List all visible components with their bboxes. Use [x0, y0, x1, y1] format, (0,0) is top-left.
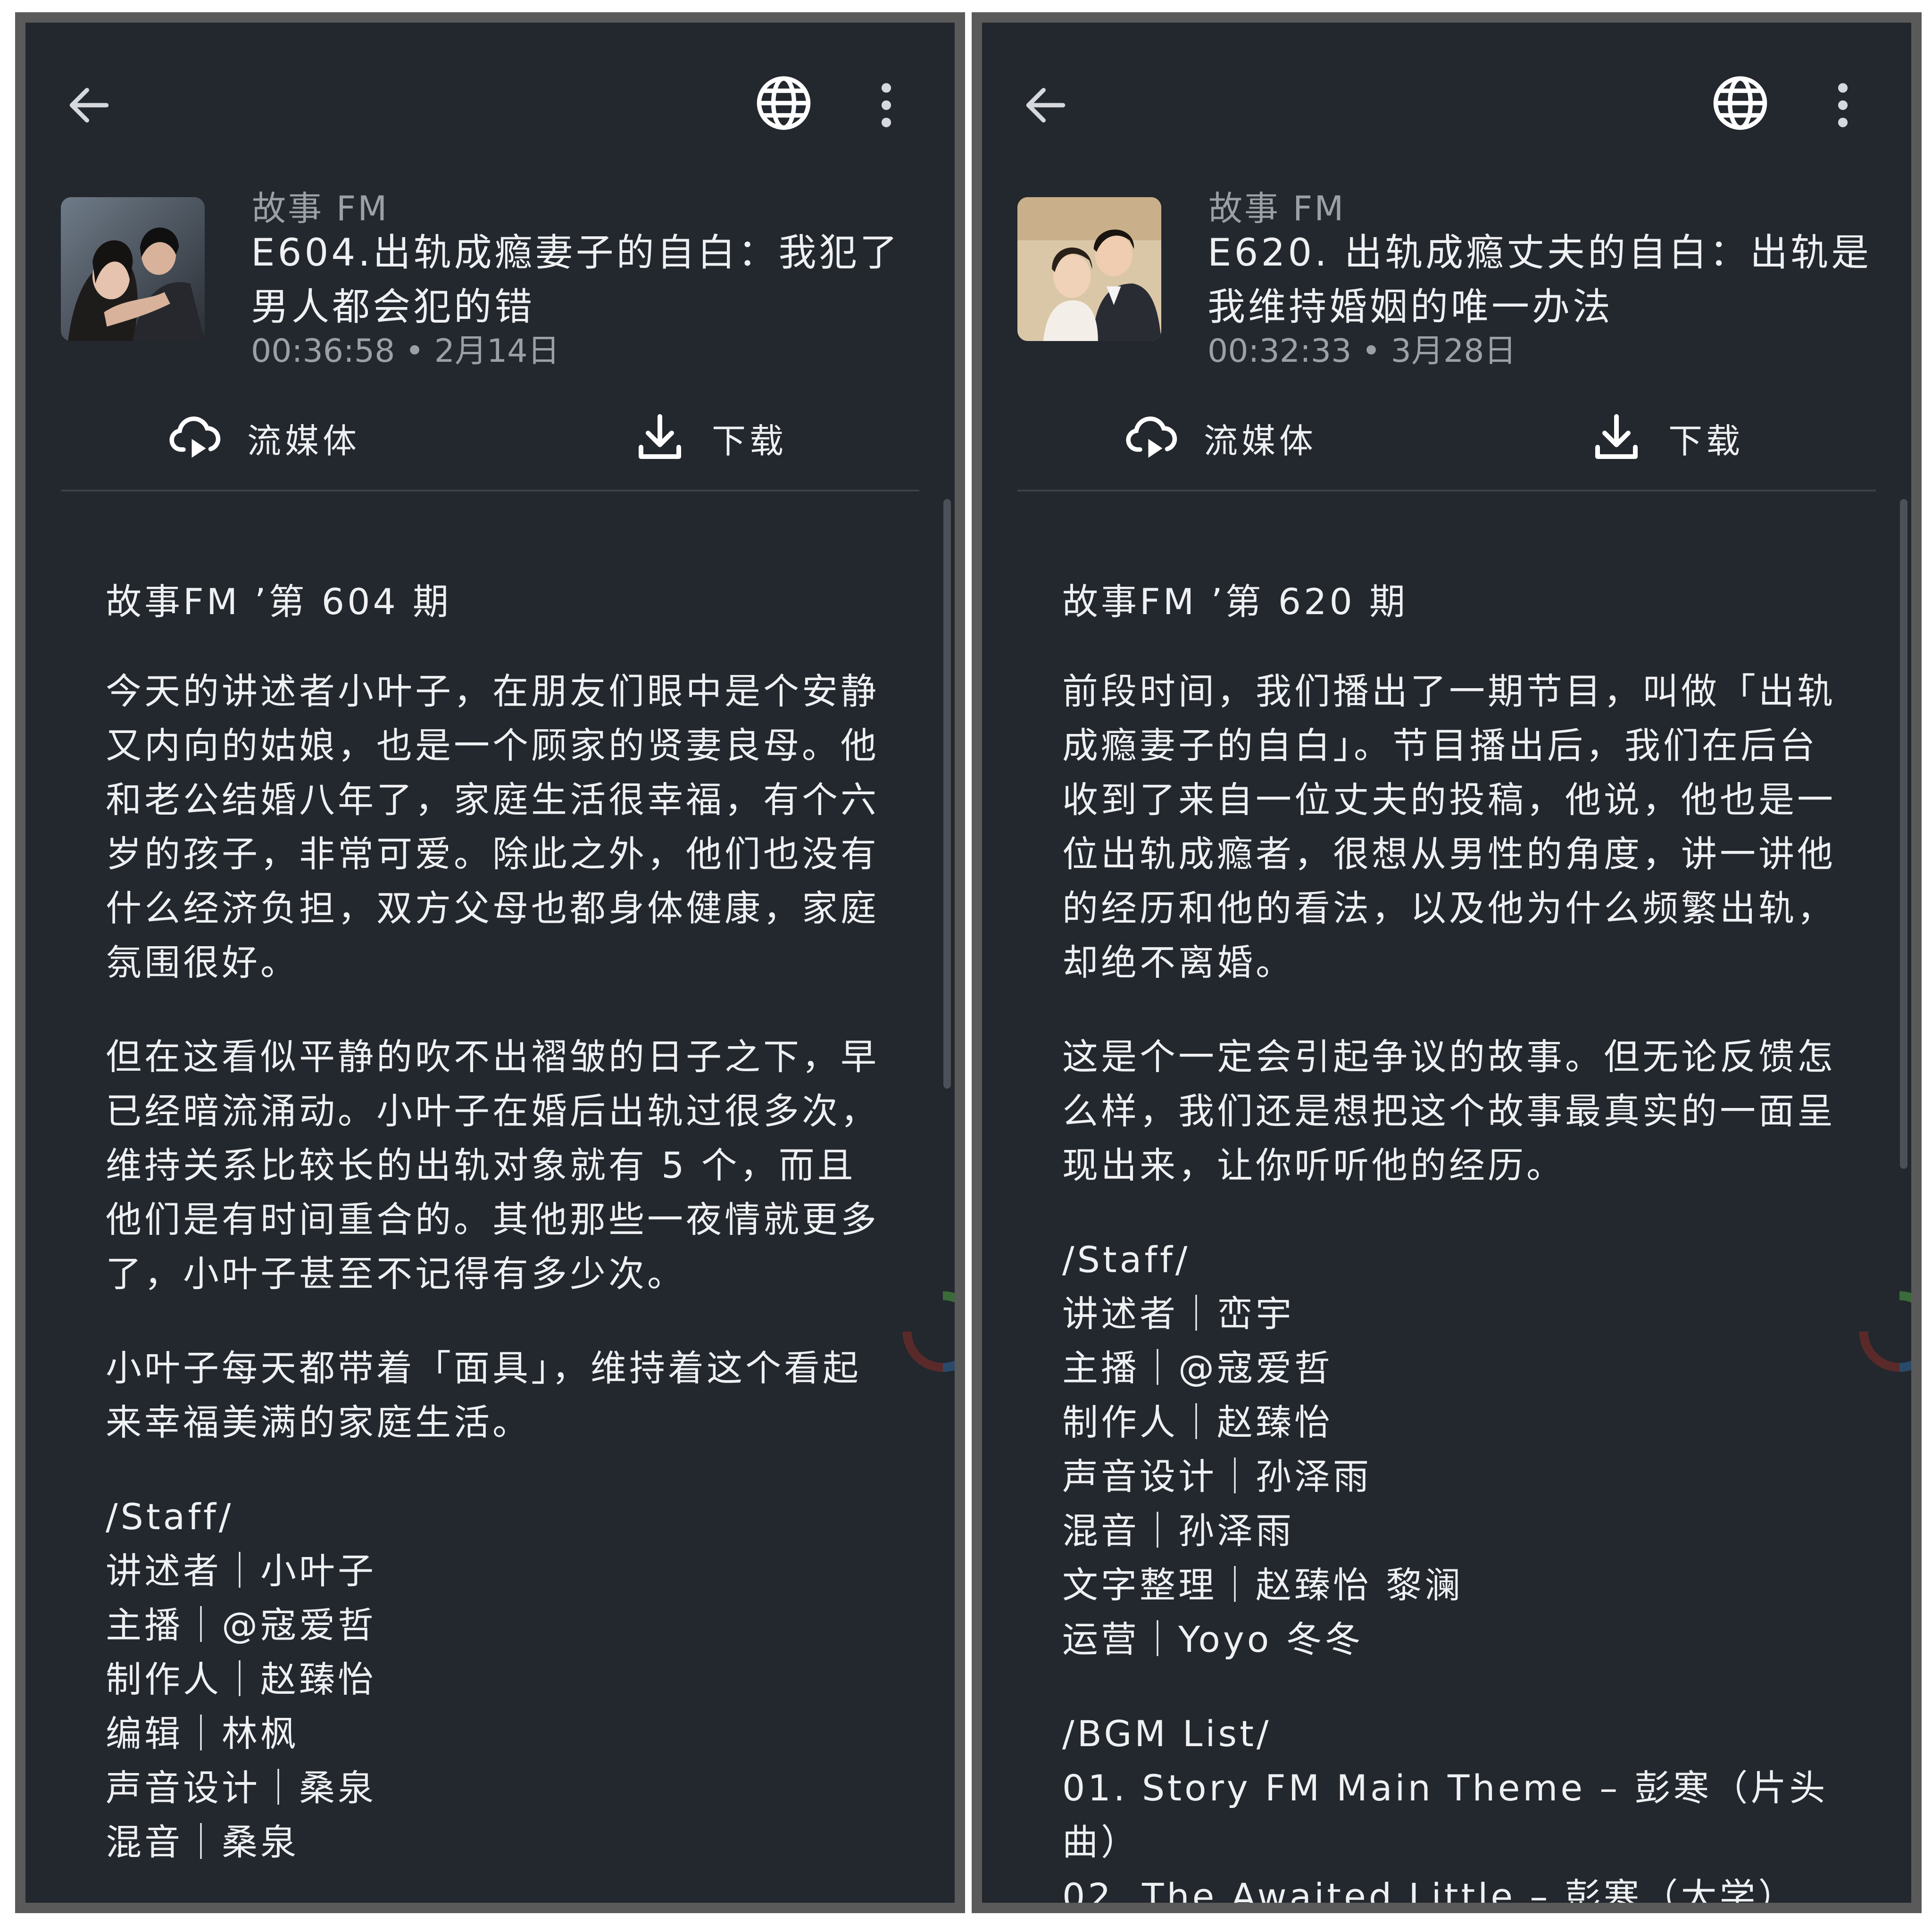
- stream-label: 流媒体: [1204, 421, 1317, 461]
- scrollbar[interactable]: [1900, 499, 1907, 1169]
- staff-line: 主播｜@寇爱哲: [1062, 1347, 1333, 1389]
- download-label: 下载: [1668, 421, 1744, 461]
- stream-button[interactable]: 流媒体: [1124, 405, 1317, 471]
- staff-line: 制作人｜赵臻怡: [106, 1658, 376, 1700]
- staff-line: 讲述者｜峦宇: [1062, 1293, 1294, 1335]
- loading-spinner-icon: [898, 1287, 955, 1376]
- cloud-play-icon: [1124, 409, 1180, 466]
- staff-line: 文字整理｜赵臻怡 黎澜: [1062, 1564, 1464, 1606]
- episode-title: E604.出轨成瘾妻子的自白：我犯了男人都会犯的错: [251, 231, 900, 329]
- bgm-line: 01. Story FM Main Theme – 彭寒（片头曲）: [1062, 1767, 1828, 1863]
- staff-line: 运营｜Yoyo 冬冬: [1062, 1618, 1364, 1660]
- episode-description: 故事FM ’第 604 期 今天的讲述者小叶子，在朋友们眼中是个安静又内向的姑娘…: [106, 575, 879, 1869]
- staff-line: 混音｜桑泉: [106, 1821, 299, 1863]
- back-arrow-icon[interactable]: [63, 79, 115, 131]
- download-button[interactable]: 下载: [1588, 405, 1744, 471]
- podcast-source: 故事 FM: [252, 189, 389, 228]
- description-paragraph: 今天的讲述者小叶子，在朋友们眼中是个安静又内向的姑娘，也是一个顾家的贤妻良母。他…: [106, 670, 879, 983]
- episode-number-heading: 故事FM ’第 620 期: [1062, 581, 1408, 623]
- bgm-line: 02. The Awaited Little – 彭寒（大学）: [1062, 1875, 1797, 1903]
- staff-heading: /Staff/: [1062, 1239, 1191, 1281]
- globe-icon[interactable]: [1711, 74, 1770, 133]
- episode-meta: 00:32:33 • 3月28日: [1208, 333, 1516, 370]
- divider: [1017, 490, 1876, 491]
- description-paragraph: 这是个一定会引起争议的故事。但无论反馈怎么样，我们还是想把这个故事最真实的一面呈…: [1062, 1036, 1836, 1186]
- staff-heading: /Staff/: [106, 1496, 234, 1538]
- podcast-episode-screen: 故事 FM E604.出轨成瘾妻子的自白：我犯了男人都会犯的错 00:36:58…: [25, 23, 955, 1903]
- staff-line: 讲述者｜小叶子: [106, 1550, 376, 1592]
- staff-line: 主播｜@寇爱哲: [106, 1604, 376, 1646]
- episode-number-heading: 故事FM ’第 604 期: [106, 581, 451, 623]
- episode-cover-image: [1017, 197, 1161, 341]
- globe-icon[interactable]: [754, 74, 813, 133]
- description-paragraph: 小叶子每天都带着「面具」，维持着这个看起来幸福美满的家庭生活。: [106, 1347, 861, 1443]
- stream-button[interactable]: 流媒体: [167, 405, 360, 471]
- description-paragraph: 前段时间，我们播出了一期节目，叫做「出轨成瘾妻子的自白」。节目播出后，我们在后台…: [1062, 670, 1836, 983]
- bgm-heading: /BGM List/: [1062, 1713, 1272, 1755]
- staff-line: 声音设计｜孙泽雨: [1062, 1456, 1372, 1498]
- download-label: 下载: [712, 421, 788, 461]
- episode-cover-image: [61, 197, 205, 341]
- download-icon: [632, 409, 688, 466]
- more-vertical-icon[interactable]: [1829, 79, 1857, 131]
- back-arrow-icon[interactable]: [1020, 79, 1072, 131]
- loading-spinner-icon: [1855, 1287, 1911, 1376]
- podcast-source: 故事 FM: [1208, 189, 1346, 228]
- episode-description: 故事FM ’第 620 期 前段时间，我们播出了一期节目，叫做「出轨成瘾妻子的自…: [1062, 575, 1836, 1903]
- cloud-play-icon: [167, 409, 224, 466]
- right-app-screenshot: 故事 FM E620. 出轨成瘾丈夫的自白：出轨是我维持婚姻的唯一办法 00:3…: [972, 12, 1922, 1913]
- staff-line: 声音设计｜桑泉: [106, 1767, 376, 1809]
- left-app-screenshot: 故事 FM E604.出轨成瘾妻子的自白：我犯了男人都会犯的错 00:36:58…: [15, 12, 965, 1913]
- podcast-episode-screen: 故事 FM E620. 出轨成瘾丈夫的自白：出轨是我维持婚姻的唯一办法 00:3…: [982, 23, 1911, 1903]
- staff-line: 编辑｜林枫: [106, 1713, 299, 1755]
- staff-line: 制作人｜赵臻怡: [1062, 1401, 1333, 1443]
- episode-title: E620. 出轨成瘾丈夫的自白：出轨是我维持婚姻的唯一办法: [1208, 231, 1872, 329]
- top-app-bar: [25, 23, 955, 183]
- scrollbar[interactable]: [943, 499, 951, 1089]
- episode-meta: 00:36:58 • 2月14日: [251, 333, 560, 370]
- download-icon: [1588, 409, 1645, 466]
- more-vertical-icon[interactable]: [872, 79, 900, 131]
- download-button[interactable]: 下载: [632, 405, 787, 471]
- divider: [61, 490, 919, 491]
- stream-label: 流媒体: [247, 421, 361, 461]
- staff-line: 混音｜孙泽雨: [1062, 1510, 1294, 1552]
- top-app-bar: [982, 23, 1911, 183]
- description-paragraph: 但在这看似平静的吹不出褶皱的日子之下，早已经暗流涌动。小叶子在婚后出轨过很多次，…: [106, 1036, 879, 1295]
